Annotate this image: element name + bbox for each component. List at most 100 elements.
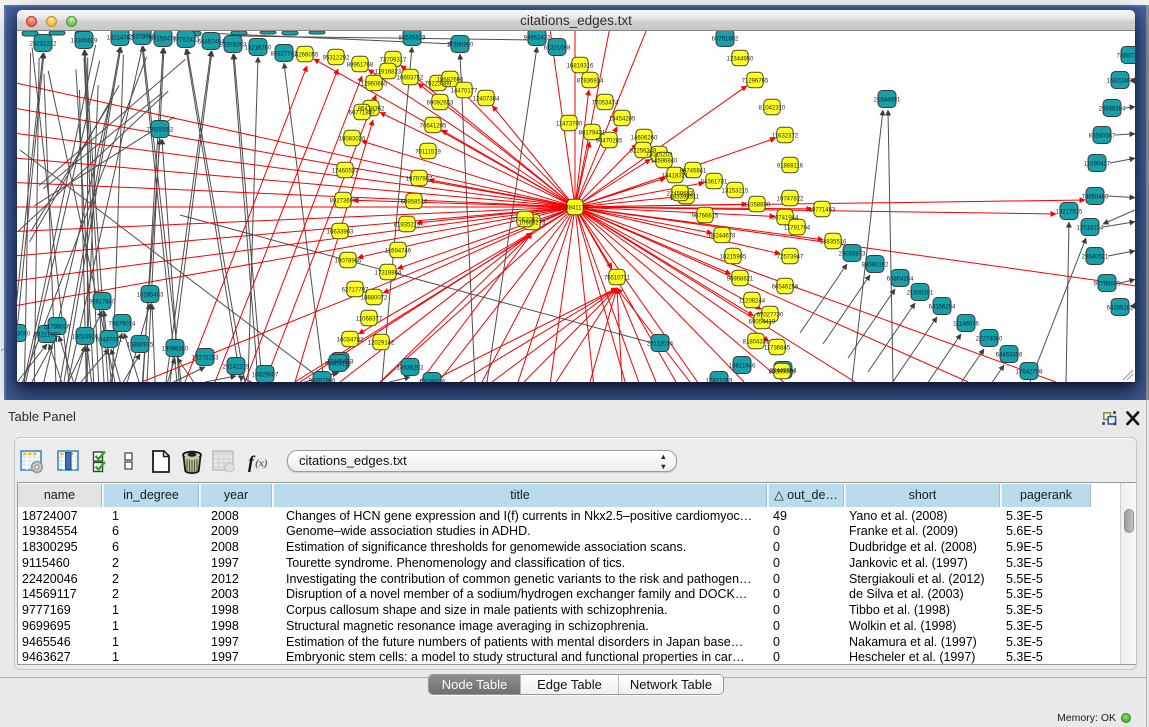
svg-text:97799605: 97799605	[1094, 282, 1121, 288]
svg-text:60771887: 60771887	[349, 111, 376, 117]
svg-text:11090437: 11090437	[1084, 162, 1111, 168]
svg-text:89369076: 89369076	[769, 370, 796, 376]
svg-text:88403112: 88403112	[325, 362, 352, 368]
svg-text:29142229: 29142229	[223, 365, 250, 371]
svg-text:81042310: 81042310	[759, 106, 786, 112]
svg-text:69092653: 69092653	[427, 101, 454, 107]
svg-text:14835516: 14835516	[820, 240, 847, 246]
svg-text:24232322: 24232322	[30, 42, 57, 48]
svg-text:12015234: 12015234	[1077, 226, 1104, 232]
svg-text:96766615: 96766615	[692, 214, 719, 220]
svg-text:77053474: 77053474	[592, 101, 619, 107]
svg-text:95312292: 95312292	[323, 56, 350, 62]
svg-text:29640521: 29640521	[1082, 255, 1109, 261]
svg-text:16034782: 16034782	[337, 338, 364, 344]
svg-text:91868116: 91868116	[777, 164, 804, 170]
svg-text:11146676: 11146676	[953, 322, 979, 328]
svg-text:19797907: 19797907	[406, 177, 433, 183]
svg-text:10747822: 10747822	[777, 197, 804, 203]
svg-text:14596840: 14596840	[651, 159, 678, 165]
svg-text:80961768: 80961768	[347, 63, 374, 69]
svg-text:13941177: 13941177	[562, 206, 589, 212]
svg-text:11791704: 11791704	[784, 226, 811, 232]
svg-text:16633963: 16633963	[327, 230, 354, 236]
svg-text:11736845: 11736845	[764, 346, 791, 352]
svg-text:18340629: 18340629	[71, 39, 98, 45]
svg-text:10078966: 10078966	[335, 259, 362, 265]
svg-text:64205282: 64205282	[1107, 306, 1134, 312]
svg-text:88179431: 88179431	[579, 131, 606, 137]
svg-text:78650486: 78650486	[1082, 195, 1109, 201]
svg-text:60958516: 60958516	[401, 200, 428, 206]
svg-text:72573947: 72573947	[777, 255, 804, 261]
svg-text:11058800: 11058800	[744, 203, 771, 209]
svg-text:10829807: 10829807	[252, 373, 279, 379]
svg-text:18635202: 18635202	[397, 366, 424, 372]
svg-text:17460537: 17460537	[332, 169, 359, 175]
svg-text:96917640: 96917640	[89, 300, 116, 306]
svg-text:11473700: 11473700	[556, 122, 583, 128]
svg-text:17782432: 17782432	[173, 38, 200, 44]
svg-text:96997986: 96997986	[309, 379, 336, 383]
svg-text:19086380: 19086380	[162, 347, 189, 353]
svg-text:65864284: 65864284	[887, 277, 914, 283]
svg-text:17821059: 17821059	[706, 379, 733, 383]
svg-text:17390990: 17390990	[447, 43, 474, 49]
svg-text:18880072: 18880072	[361, 296, 388, 302]
svg-text:81804331: 81804331	[743, 340, 770, 346]
svg-text:99952432: 99952432	[524, 36, 551, 42]
svg-text:12960665: 12960665	[361, 82, 388, 88]
svg-text:70641205: 70641205	[420, 124, 447, 130]
svg-text:64453356: 64453356	[996, 353, 1023, 359]
svg-text:23033873: 23033873	[839, 252, 866, 258]
svg-text:78887334: 78887334	[1117, 54, 1135, 60]
svg-text:12344950: 12344950	[727, 57, 754, 63]
svg-text:69054419: 69054419	[749, 320, 776, 326]
svg-text:11068377: 11068377	[356, 317, 383, 323]
svg-text:15275253: 15275253	[192, 356, 219, 362]
svg-text:66546258: 66546258	[772, 285, 799, 291]
svg-text:71296765: 71296765	[742, 79, 769, 85]
svg-text:73709317: 73709317	[380, 58, 407, 64]
svg-text:13217515: 13217515	[1056, 210, 1083, 216]
svg-text:27062082: 27062082	[512, 218, 539, 224]
svg-text:15454205: 15454205	[609, 117, 636, 123]
svg-text:16822463: 16822463	[1107, 79, 1134, 85]
svg-text:89080192: 89080192	[862, 263, 889, 269]
svg-text:22274080: 22274080	[976, 337, 1003, 343]
svg-text:21500201: 21500201	[907, 291, 934, 297]
svg-text:12029142: 12029142	[368, 341, 395, 347]
svg-text:14606260: 14606260	[631, 136, 658, 142]
svg-text:21798036: 21798036	[44, 325, 71, 331]
svg-text:13153215: 13153215	[722, 189, 749, 195]
svg-text:66437091: 66437091	[96, 338, 123, 344]
svg-text:88244678: 88244678	[709, 234, 736, 240]
svg-text:18215905: 18215905	[720, 255, 747, 261]
svg-text:82978393: 82978393	[220, 43, 247, 49]
svg-text:86745841: 86745841	[680, 169, 707, 175]
svg-text:10693752: 10693752	[397, 76, 424, 82]
svg-text:83560567: 83560567	[1089, 134, 1116, 140]
svg-text:75510711: 75510711	[604, 276, 631, 282]
svg-text:23112014: 23112014	[647, 342, 674, 348]
svg-text:21644991: 21644991	[874, 98, 901, 104]
svg-text:17319864: 17319864	[375, 271, 402, 277]
svg-text:11208244: 11208244	[739, 299, 766, 305]
svg-text:70111519: 70111519	[415, 150, 441, 156]
svg-text:11694746: 11694746	[385, 249, 412, 255]
svg-text:67027730: 67027730	[757, 313, 784, 319]
svg-text:89273696: 89273696	[330, 199, 357, 205]
svg-text:15880975: 15880975	[127, 343, 154, 349]
svg-text:78500552: 78500552	[147, 128, 174, 134]
svg-text:84535829: 84535829	[399, 36, 426, 42]
svg-text:17642798: 17642798	[1016, 370, 1043, 376]
svg-text:16819316: 16819316	[567, 64, 594, 70]
svg-text:60751802: 60751802	[712, 37, 739, 43]
svg-text:84361731: 84361731	[701, 180, 728, 186]
svg-text:61321698: 61321698	[544, 46, 571, 52]
svg-text:10285483: 10285483	[137, 293, 164, 299]
svg-text:90470285: 90470285	[596, 139, 623, 145]
svg-text:62717797: 62717797	[342, 288, 369, 294]
svg-text:19771463: 19771463	[809, 208, 836, 214]
svg-text:18821646: 18821646	[729, 364, 756, 370]
